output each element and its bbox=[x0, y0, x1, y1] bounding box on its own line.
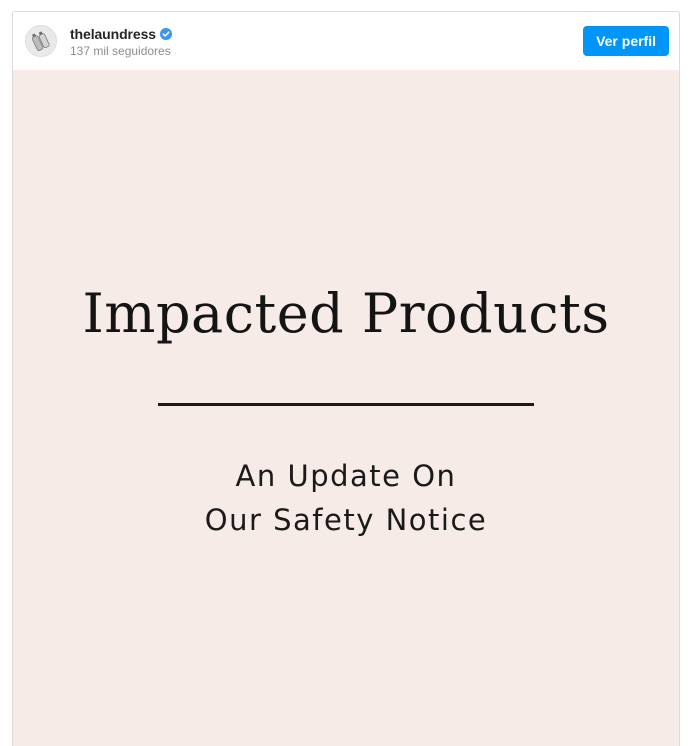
image-title: Impacted Products bbox=[82, 282, 610, 345]
image-subtitle-line2: Our Safety Notice bbox=[204, 503, 488, 537]
post-header: thelaundress 137 mil seguidores Ver perf… bbox=[13, 12, 679, 70]
laundry-bottles-icon bbox=[26, 26, 56, 56]
view-profile-button[interactable]: Ver perfil bbox=[583, 26, 669, 56]
image-divider bbox=[158, 403, 534, 406]
instagram-embed: thelaundress 137 mil seguidores Ver perf… bbox=[12, 11, 680, 746]
followers-count: 137 mil seguidores bbox=[70, 44, 171, 58]
user-block: thelaundress 137 mil seguidores bbox=[70, 25, 172, 58]
post-image[interactable]: Impacted Products An Update On Our Safet… bbox=[13, 70, 679, 746]
username-row: thelaundress bbox=[70, 25, 172, 43]
image-subtitle-line1: An Update On bbox=[235, 459, 457, 493]
image-subtitle: An Update On Our Safety Notice bbox=[13, 454, 679, 542]
avatar[interactable] bbox=[25, 25, 57, 57]
username-link[interactable]: thelaundress bbox=[70, 26, 156, 42]
verified-badge-icon bbox=[159, 28, 172, 40]
